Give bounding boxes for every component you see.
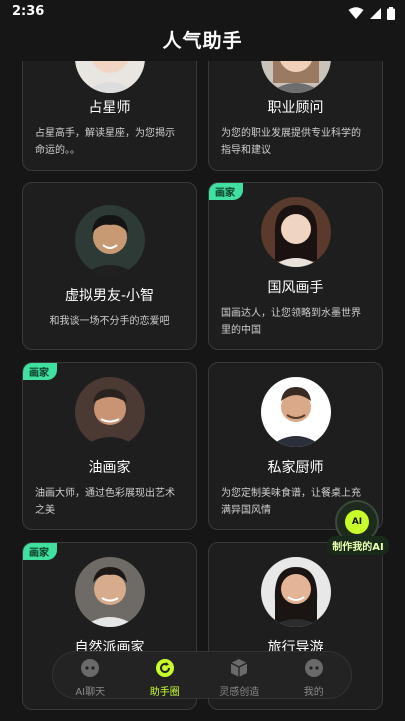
card-description: 国画达人，让您领略到水墨世界里的中国 (221, 308, 361, 336)
avatar (260, 197, 331, 267)
assistant-grid: 占星师 占星高手，解读星座，为您揭示命运的。。 职业顾问 为您的职业发展提供专业… (0, 0, 405, 721)
category-badge: 画家 (209, 183, 243, 200)
avatar (74, 557, 145, 627)
card-description: 占星高手，解读星座，为您揭示命运的。。 (35, 128, 175, 156)
assistant-card-oil-painter[interactable]: 画家 油画家 油画大师，通过色彩展现出艺术之美 (22, 362, 197, 530)
card-name: 占星师 (88, 100, 131, 116)
card-description: 为您的职业发展提供专业科学的指导和建议 (221, 128, 361, 156)
tab-profile[interactable]: 我的 (277, 652, 352, 698)
card-name: 职业顾问 (267, 100, 324, 116)
battery-icon (387, 5, 395, 24)
tab-inspiration[interactable]: 灵感创造 (202, 652, 277, 698)
cube-icon (229, 658, 249, 678)
create-my-ai-button[interactable]: AI 制作我的AI (327, 500, 389, 555)
avatar (74, 205, 145, 275)
card-description: 和我谈一场不分手的恋爱吧 (49, 316, 170, 327)
chat-bot-icon (80, 658, 100, 678)
card-name: 油画家 (88, 460, 131, 476)
profile-bot-icon (304, 658, 324, 678)
assistant-card-guofeng-painter[interactable]: 画家 国风画手 国画达人，让您领略到水墨世界里的中国 (208, 182, 383, 350)
tab-assistant-circle[interactable]: 助手圈 (128, 652, 203, 698)
app-header: 人气助手 (0, 24, 405, 61)
status-icons (348, 5, 395, 24)
tab-label: 灵感创造 (219, 687, 260, 698)
status-bar: 2:36 (0, 0, 405, 24)
category-badge: 画家 (23, 543, 57, 560)
card-name: 国风画手 (267, 280, 324, 296)
card-name: 虚拟男友-小智 (64, 288, 155, 304)
category-badge: 画家 (23, 363, 57, 380)
assistant-card-virtual-boyfriend[interactable]: 虚拟男友-小智 和我谈一场不分手的恋爱吧 (22, 182, 197, 350)
avatar (260, 377, 331, 447)
tab-ai-chat[interactable]: AI聊天 (53, 652, 128, 698)
bottom-tab-bar: AI聊天 助手圈 灵感创造 我的 (52, 651, 352, 699)
create-ai-label: 制作我的AI (327, 536, 389, 555)
signal-icon (369, 5, 382, 24)
avatar (260, 557, 331, 627)
tab-label: AI聊天 (75, 687, 106, 698)
page-title: 人气助手 (162, 30, 243, 52)
ai-bot-icon: AI (345, 510, 369, 534)
refresh-circle-icon (155, 658, 175, 678)
wifi-icon (348, 5, 364, 24)
card-name: 私家厨师 (267, 460, 324, 476)
tab-label: 助手圈 (149, 687, 180, 698)
tab-label: 我的 (303, 687, 324, 698)
status-time: 2:36 (12, 4, 45, 19)
avatar (74, 377, 145, 447)
card-description: 油画大师，通过色彩展现出艺术之美 (35, 488, 175, 516)
